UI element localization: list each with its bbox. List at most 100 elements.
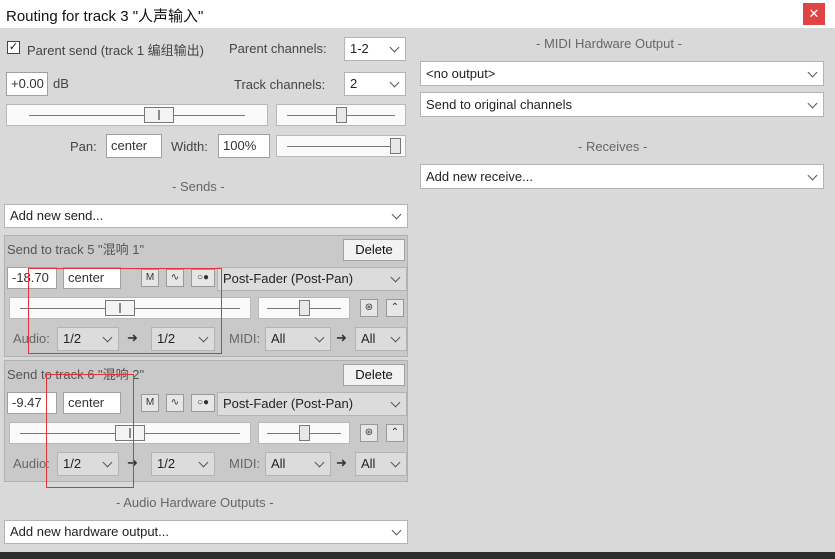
slider-knob[interactable] bbox=[115, 425, 145, 441]
chevron-down-icon bbox=[385, 38, 405, 60]
chevron-down-icon bbox=[310, 453, 330, 475]
send-pan-field[interactable]: center bbox=[63, 392, 121, 414]
mono-stereo-icon[interactable]: ○● bbox=[191, 269, 215, 287]
midi-channels-value: Send to original channels bbox=[426, 97, 572, 112]
send-volume-field[interactable]: -9.47 bbox=[7, 392, 57, 414]
width-field[interactable]: 100% bbox=[218, 134, 270, 158]
chevron-down-icon bbox=[803, 62, 823, 85]
mono-stereo-icon[interactable]: ○● bbox=[191, 394, 215, 412]
envelope-icon[interactable]: ⊛ bbox=[360, 424, 378, 442]
send-mode-value: Post-Fader (Post-Pan) bbox=[223, 271, 354, 286]
chevron-down-icon bbox=[194, 328, 214, 350]
slider-knob[interactable] bbox=[298, 425, 310, 441]
phase-icon[interactable]: ∿ bbox=[166, 394, 184, 412]
midi-source-dropdown[interactable]: All bbox=[265, 327, 331, 351]
chevron-down-icon bbox=[386, 268, 406, 290]
chevron-down-icon bbox=[387, 521, 407, 543]
audio-dest-value: 1/2 bbox=[157, 331, 176, 346]
chevron-down-icon bbox=[310, 328, 330, 350]
chevron-down-icon bbox=[387, 205, 407, 227]
hw-outputs-section-label: - Audio Hardware Outputs - bbox=[116, 495, 274, 510]
add-send-dropdown[interactable]: Add new send... bbox=[4, 204, 408, 228]
delete-send-button[interactable]: Delete bbox=[343, 239, 405, 261]
pan-field[interactable]: center bbox=[106, 134, 162, 158]
audio-source-dropdown[interactable]: 1/2 bbox=[57, 452, 119, 476]
slider-track bbox=[287, 146, 395, 147]
slider-knob[interactable] bbox=[335, 107, 347, 123]
window-bottom-edge bbox=[0, 552, 835, 559]
audio-dest-dropdown[interactable]: 1/2 bbox=[151, 452, 215, 476]
mute-button[interactable]: M bbox=[141, 269, 159, 287]
add-hw-output-dropdown[interactable]: Add new hardware output... bbox=[4, 520, 408, 544]
slider-track bbox=[29, 115, 245, 116]
midi-output-dropdown[interactable]: <no output> bbox=[420, 61, 824, 86]
send-panel-2: Send to track 6 "混响 2" Delete -9.47 cent… bbox=[4, 360, 408, 482]
midi-output-value: <no output> bbox=[426, 66, 496, 81]
send-panel-1: Send to track 5 "混响 1" Delete -18.70 cen… bbox=[4, 235, 408, 357]
audio-source-value: 1/2 bbox=[63, 331, 82, 346]
add-receive-label: Add new receive... bbox=[426, 169, 533, 184]
close-icon[interactable]: ✕ bbox=[803, 3, 825, 25]
chevron-down-icon bbox=[386, 453, 406, 475]
midi-channels-dropdown[interactable]: Send to original channels bbox=[420, 92, 824, 117]
send-pan-slider[interactable] bbox=[258, 297, 350, 319]
send-mode-value: Post-Fader (Post-Pan) bbox=[223, 396, 354, 411]
send-title: Send to track 6 "混响 2" bbox=[7, 367, 145, 382]
chevron-down-icon bbox=[98, 453, 118, 475]
add-send-label: Add new send... bbox=[10, 208, 104, 223]
db-label: dB bbox=[53, 76, 69, 91]
send-volume-slider[interactable] bbox=[9, 297, 251, 319]
add-receive-dropdown[interactable]: Add new receive... bbox=[420, 164, 824, 189]
midi-source-dropdown[interactable]: All bbox=[265, 452, 331, 476]
audio-dest-dropdown[interactable]: 1/2 bbox=[151, 327, 215, 351]
title-bar[interactable]: Routing for track 3 "人声输入" ✕ bbox=[0, 0, 835, 28]
arrow-right-icon: ➜ bbox=[127, 455, 138, 470]
track-channels-label: Track channels: bbox=[234, 77, 326, 92]
envelope-icon[interactable]: ⊛ bbox=[360, 299, 378, 317]
audio-dest-value: 1/2 bbox=[157, 456, 176, 471]
slider-knob[interactable] bbox=[104, 300, 135, 316]
slider-knob[interactable] bbox=[144, 107, 175, 123]
phase-icon[interactable]: ∿ bbox=[166, 269, 184, 287]
pan-label: Pan: bbox=[70, 139, 97, 154]
chevron-down-icon bbox=[386, 393, 406, 415]
audio-label: Audio: bbox=[13, 331, 50, 346]
track-volume-field[interactable]: +0.00 bbox=[6, 72, 48, 96]
midi-label: MIDI: bbox=[229, 331, 261, 346]
audio-label: Audio: bbox=[13, 456, 50, 471]
delete-send-button[interactable]: Delete bbox=[343, 364, 405, 386]
midi-hw-section-label: - MIDI Hardware Output - bbox=[536, 36, 682, 51]
arrow-right-icon: ➜ bbox=[127, 330, 138, 345]
send-volume-field[interactable]: -18.70 bbox=[7, 267, 57, 289]
send-mode-dropdown[interactable]: Post-Fader (Post-Pan) bbox=[217, 267, 407, 291]
parent-channels-label: Parent channels: bbox=[229, 41, 327, 56]
send-pan-slider[interactable] bbox=[258, 422, 350, 444]
chevron-down-icon bbox=[803, 93, 823, 116]
midi-dest-value: All bbox=[361, 331, 376, 346]
mute-button[interactable]: M bbox=[141, 394, 159, 412]
chevron-down-icon bbox=[194, 453, 214, 475]
chevron-up-icon[interactable]: ⌃ bbox=[386, 299, 404, 317]
chevron-up-icon[interactable]: ⌃ bbox=[386, 424, 404, 442]
send-mode-dropdown[interactable]: Post-Fader (Post-Pan) bbox=[217, 392, 407, 416]
midi-dest-dropdown[interactable]: All bbox=[355, 452, 407, 476]
send-title: Send to track 5 "混响 1" bbox=[7, 242, 145, 257]
midi-dest-value: All bbox=[361, 456, 376, 471]
routing-window: Routing for track 3 "人声输入" ✕ ✓ Parent se… bbox=[0, 0, 835, 559]
midi-label: MIDI: bbox=[229, 456, 261, 471]
track-volume-slider[interactable] bbox=[6, 104, 268, 126]
track-channels-dropdown[interactable]: 2 bbox=[344, 72, 406, 96]
arrow-right-icon: ➜ bbox=[336, 330, 347, 345]
parent-send-checkbox[interactable]: ✓ bbox=[7, 41, 20, 54]
send-volume-slider[interactable] bbox=[9, 422, 251, 444]
slider-knob[interactable] bbox=[390, 138, 401, 154]
parent-channels-dropdown[interactable]: 1-2 bbox=[344, 37, 406, 61]
receives-section-label: - Receives - bbox=[578, 139, 648, 154]
send-pan-field[interactable]: center bbox=[63, 267, 121, 289]
width-slider[interactable] bbox=[276, 135, 406, 157]
track-pan-slider[interactable] bbox=[276, 104, 406, 126]
slider-knob[interactable] bbox=[298, 300, 310, 316]
chevron-down-icon bbox=[386, 328, 406, 350]
midi-dest-dropdown[interactable]: All bbox=[355, 327, 407, 351]
audio-source-dropdown[interactable]: 1/2 bbox=[57, 327, 119, 351]
